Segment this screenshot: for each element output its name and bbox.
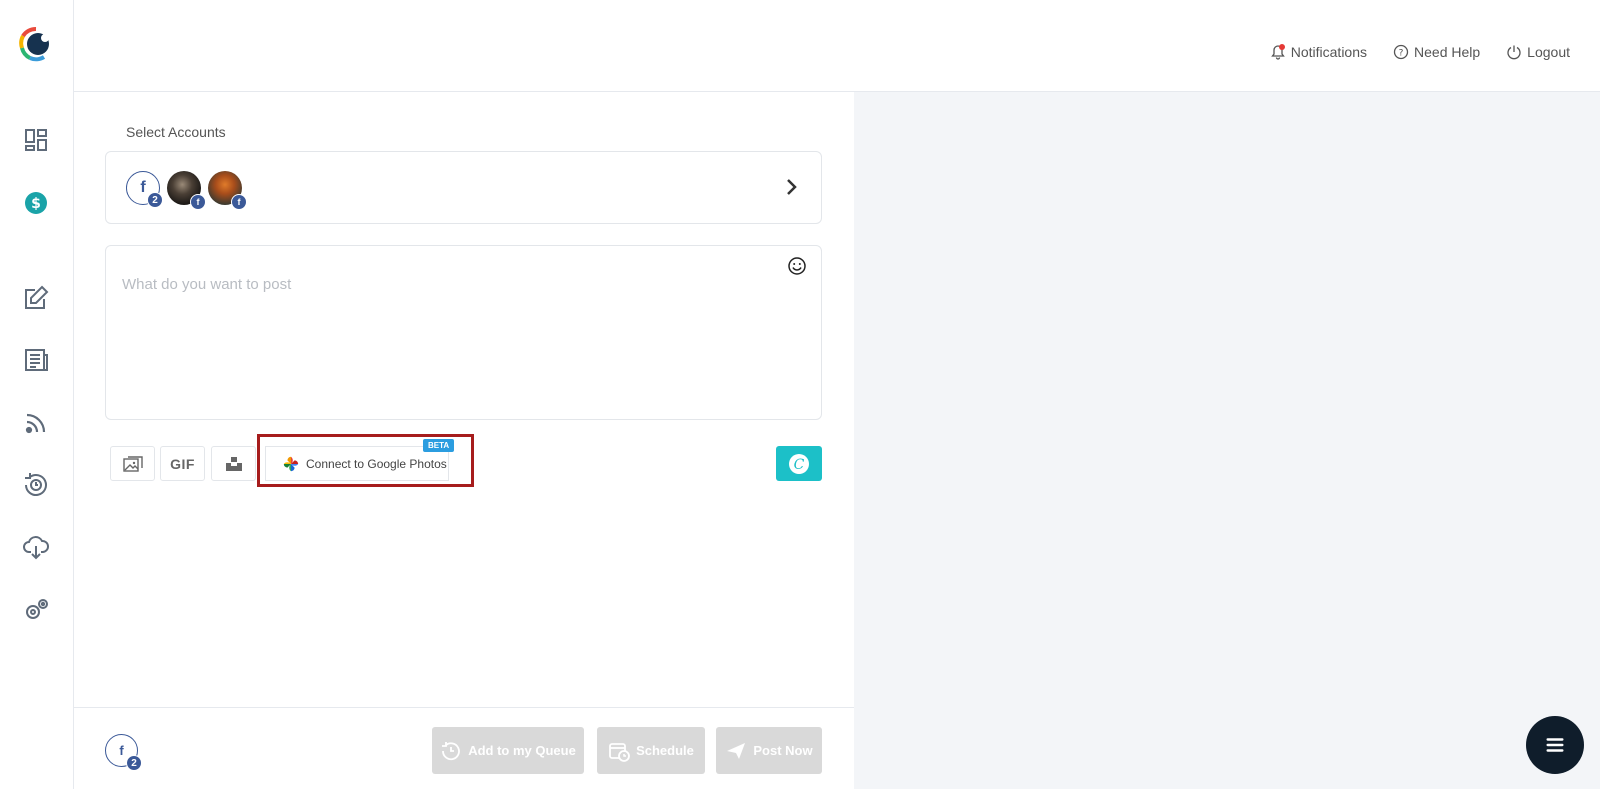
bell-icon bbox=[1270, 44, 1285, 60]
gif-button[interactable]: GIF bbox=[160, 446, 205, 481]
header-actions: Notifications ? Need Help Logout bbox=[1270, 44, 1570, 60]
canva-icon: C bbox=[789, 453, 809, 474]
schedule-button[interactable]: Schedule bbox=[597, 727, 705, 774]
post-editor bbox=[105, 245, 822, 420]
post-composer: Select Accounts f 2 f f What do you want… bbox=[74, 92, 854, 789]
schedule-label: Schedule bbox=[636, 743, 694, 758]
sidebar: $ bbox=[0, 0, 74, 789]
svg-text:$: $ bbox=[31, 196, 41, 212]
schedule-refresh-icon[interactable] bbox=[21, 470, 51, 500]
top-header: Notifications ? Need Help Logout bbox=[74, 0, 1600, 92]
google-photos-icon bbox=[283, 456, 299, 471]
articles-icon[interactable] bbox=[21, 345, 51, 375]
app-logo[interactable] bbox=[18, 26, 54, 62]
chevron-right-icon[interactable] bbox=[783, 174, 801, 200]
add-image-button[interactable] bbox=[110, 446, 155, 481]
account-avatar[interactable]: f bbox=[167, 171, 206, 210]
facebook-group-avatar[interactable]: f 2 bbox=[126, 171, 163, 208]
settings-icon[interactable] bbox=[21, 595, 51, 625]
power-icon bbox=[1507, 45, 1521, 60]
image-icon bbox=[122, 455, 143, 472]
notifications-label: Notifications bbox=[1290, 44, 1368, 60]
notifications-link[interactable]: Notifications bbox=[1270, 44, 1367, 60]
dashboard-icon[interactable] bbox=[21, 125, 51, 155]
unsplash-icon bbox=[225, 456, 242, 471]
logout-link[interactable]: Logout bbox=[1506, 44, 1570, 60]
help-link[interactable]: ? Need Help bbox=[1393, 44, 1480, 60]
app: $ Notifications ? Need Help Logout Selec… bbox=[0, 0, 1600, 789]
logout-label: Logout bbox=[1527, 44, 1570, 60]
hamburger-icon bbox=[1546, 738, 1564, 752]
queue-icon bbox=[442, 741, 461, 760]
compose-icon[interactable] bbox=[21, 283, 51, 313]
post-now-button[interactable]: Post Now bbox=[716, 727, 822, 774]
account-selector[interactable]: f 2 f f bbox=[105, 151, 822, 224]
dollar-icon[interactable]: $ bbox=[21, 188, 51, 218]
add-to-queue-button[interactable]: Add to my Queue bbox=[432, 727, 584, 774]
unsplash-button[interactable] bbox=[211, 446, 256, 481]
send-icon bbox=[727, 742, 746, 759]
beta-badge: BETA bbox=[423, 439, 455, 452]
facebook-icon: f bbox=[231, 194, 247, 210]
facebook-icon: f bbox=[190, 194, 206, 210]
canva-button[interactable]: C bbox=[776, 446, 822, 481]
composer-footer: f 2 Add to my Queue Schedule Post Now bbox=[74, 707, 854, 789]
preview-panel bbox=[854, 92, 1600, 789]
gif-label: GIF bbox=[170, 455, 195, 472]
queue-label: Add to my Queue bbox=[468, 743, 576, 758]
account-count-badge: 2 bbox=[147, 192, 163, 208]
select-accounts-label: Select Accounts bbox=[126, 124, 226, 140]
selected-count-badge: 2 bbox=[126, 755, 142, 771]
rss-icon[interactable] bbox=[21, 408, 51, 438]
account-avatar[interactable]: f bbox=[208, 171, 247, 210]
svg-text:?: ? bbox=[1399, 49, 1404, 59]
question-icon: ? bbox=[1393, 44, 1409, 60]
help-label: Need Help bbox=[1414, 44, 1481, 60]
emoji-icon[interactable] bbox=[787, 256, 807, 276]
google-photos-label: Connect to Google Photos bbox=[306, 456, 447, 471]
post-now-label: Post Now bbox=[753, 743, 813, 758]
menu-fab-button[interactable] bbox=[1526, 716, 1584, 774]
svg-text:C: C bbox=[794, 457, 805, 473]
calendar-clock-icon bbox=[609, 742, 630, 762]
post-textarea[interactable] bbox=[122, 276, 742, 396]
cloud-download-icon[interactable] bbox=[21, 532, 51, 562]
selected-accounts-avatar[interactable]: f 2 bbox=[105, 734, 142, 771]
connect-google-photos-button[interactable]: Connect to Google Photos bbox=[265, 446, 449, 481]
